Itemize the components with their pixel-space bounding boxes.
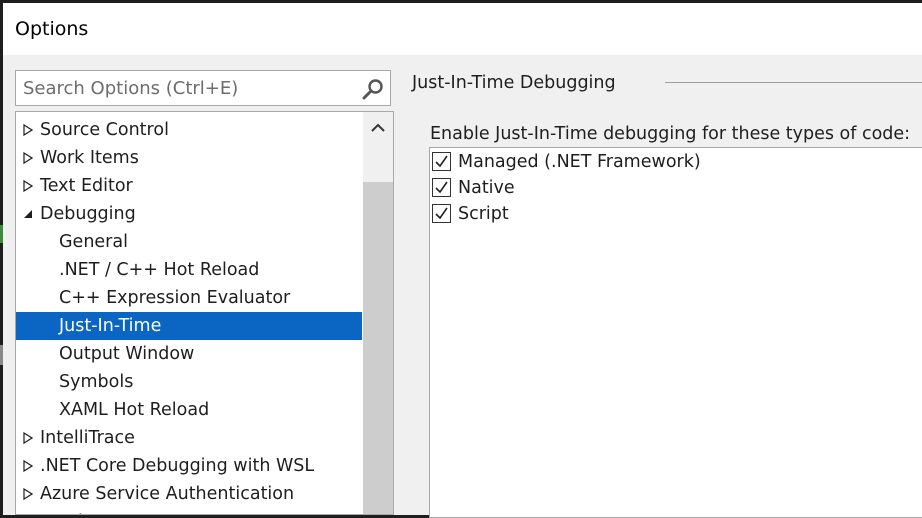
section-divider	[665, 82, 922, 83]
tree-item-label: Work Items	[40, 148, 139, 168]
window-title: Options	[15, 18, 89, 40]
tree-item-label: CMake	[40, 508, 98, 514]
code-type-label: Native	[458, 178, 515, 198]
tree-item-label: Text Editor	[40, 176, 133, 196]
triangle-right-icon[interactable]	[23, 460, 33, 472]
tree-item[interactable]: General	[16, 228, 362, 256]
code-type-label: Script	[458, 204, 509, 224]
tree-item-label: Debugging	[40, 204, 136, 224]
code-types-prompt: Enable Just-In-Time debugging for these …	[430, 124, 911, 144]
checkmark-icon	[435, 181, 448, 194]
tree-item-label: IntelliTrace	[40, 428, 135, 448]
triangle-down-icon[interactable]	[23, 208, 33, 220]
search-box[interactable]	[15, 70, 391, 106]
section-title: Just-In-Time Debugging	[412, 73, 616, 93]
tree-item-label: General	[59, 232, 128, 252]
tree-item-label: Symbols	[59, 372, 134, 392]
tree-item[interactable]: Azure Service Authentication	[16, 480, 362, 508]
checkbox[interactable]	[432, 152, 451, 171]
checkbox[interactable]	[432, 204, 451, 223]
checkmark-icon	[435, 155, 448, 168]
tree-item[interactable]: CMake	[16, 508, 362, 514]
tree-item[interactable]: Output Window	[16, 340, 362, 368]
tree-item-label: .NET Core Debugging with WSL	[40, 456, 315, 476]
code-type-option[interactable]: Script	[432, 202, 732, 226]
tree-item[interactable]: IntelliTrace	[16, 424, 362, 452]
triangle-right-icon[interactable]	[23, 152, 33, 164]
search-icon[interactable]	[361, 77, 385, 101]
tree-item-label: Just-In-Time	[59, 316, 162, 336]
options-dialog: Options Source Control Work Items Text Edi…	[3, 3, 922, 518]
tree-item-label: Output Window	[59, 344, 195, 364]
triangle-right-icon[interactable]	[23, 432, 33, 444]
tree-item[interactable]: .NET / C++ Hot Reload	[16, 256, 362, 284]
tree-item[interactable]: Work Items	[16, 144, 362, 172]
code-type-list[interactable]: Managed (.NET Framework) Native Script	[429, 147, 922, 518]
search-input[interactable]	[16, 71, 354, 105]
tree-item-label: C++ Expression Evaluator	[59, 288, 291, 308]
options-tree[interactable]: Source Control Work Items Text Editor Debug…	[15, 111, 394, 515]
tree-item[interactable]: Text Editor	[16, 172, 362, 200]
tree-item[interactable]: Just-In-Time	[16, 312, 362, 340]
code-type-option[interactable]: Managed (.NET Framework)	[432, 150, 732, 174]
tree-item-label: Source Control	[40, 120, 169, 140]
triangle-right-icon[interactable]	[23, 180, 33, 192]
tree-item[interactable]: C++ Expression Evaluator	[16, 284, 362, 312]
tree-scrollbar[interactable]	[363, 112, 393, 514]
scrollbar-thumb[interactable]	[363, 182, 393, 514]
tree-item[interactable]: Debugging	[16, 200, 362, 228]
tree-item-label: XAML Hot Reload	[59, 400, 210, 420]
title-bar: Options	[3, 3, 922, 55]
tree-item[interactable]: Symbols	[16, 368, 362, 396]
chevron-up-icon[interactable]	[369, 122, 387, 134]
tree-item-label: Azure Service Authentication	[40, 484, 295, 504]
triangle-right-icon[interactable]	[23, 488, 33, 500]
tree-item[interactable]: Source Control	[16, 116, 362, 144]
code-type-label: Managed (.NET Framework)	[458, 152, 701, 172]
tree-item-label: .NET / C++ Hot Reload	[59, 260, 260, 280]
tree-item[interactable]: .NET Core Debugging with WSL	[16, 452, 362, 480]
code-type-option[interactable]: Native	[432, 176, 732, 200]
triangle-right-icon[interactable]	[23, 124, 33, 136]
checkmark-icon	[435, 207, 448, 220]
tree-item[interactable]: XAML Hot Reload	[16, 396, 362, 424]
checkbox[interactable]	[432, 178, 451, 197]
